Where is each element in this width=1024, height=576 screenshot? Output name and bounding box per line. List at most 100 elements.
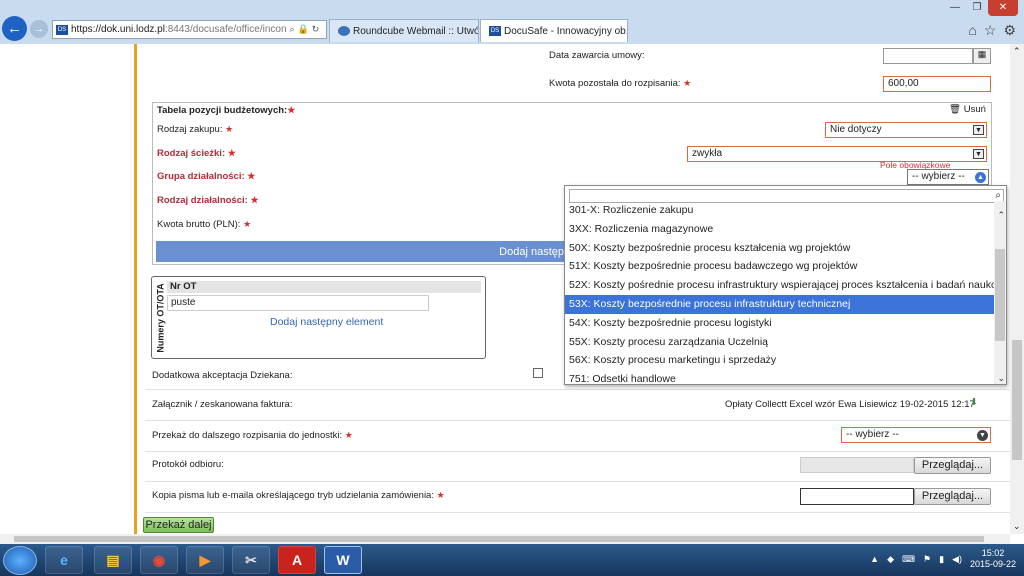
akceptacja-checkbox[interactable]: [533, 368, 543, 378]
search-icon: ⌕: [995, 190, 1001, 201]
acrobat-icon[interactable]: A: [278, 546, 316, 574]
toolbar-icons: ⌂ ☆ ⚙: [968, 22, 1016, 39]
grupa-dropdown-list[interactable]: ⌕ 301-X: Rozliczenie zakupu 3XX: Rozlicz…: [564, 185, 1007, 385]
dropdown-option[interactable]: 3XX: Rozliczenia magazynowe: [565, 220, 995, 239]
grupa-dzialalnosci-select[interactable]: -- wybierz -- ▲: [907, 169, 989, 185]
url-text: https://dok.uni.lodz.pl:8443/docusafe/of…: [71, 24, 287, 35]
close-window-button[interactable]: ✕: [988, 0, 1018, 16]
forward-button-icon[interactable]: →: [30, 20, 48, 38]
attachment-icon[interactable]: ⬇: [970, 397, 978, 408]
tab-docusafe[interactable]: DS DocuSafe - Innowacyjny ob... ✕: [480, 19, 628, 42]
back-button-icon[interactable]: ←: [2, 16, 27, 41]
horizontal-scroll-thumb[interactable]: [14, 536, 984, 542]
zalacznik-label: Załącznik / zeskanowana faktura:: [152, 399, 293, 410]
tray-arrow-icon[interactable]: ▲: [870, 554, 879, 564]
start-button-icon[interactable]: [3, 546, 37, 575]
refresh-icon[interactable]: ↻: [312, 24, 320, 35]
favorites-star-icon[interactable]: ☆: [984, 22, 997, 39]
maximize-button[interactable]: ❐: [966, 0, 988, 16]
file-explorer-icon[interactable]: ▤: [94, 546, 132, 574]
zalacznik-file-link[interactable]: Opłaty Collectt Excel wzór Ewa Lisiewicz…: [725, 399, 975, 410]
dropdown-option[interactable]: 301-X: Rozliczenie zakupu: [565, 201, 995, 220]
budget-table-title: Tabela pozycji budżetowych:★: [157, 105, 296, 116]
dropdown-option[interactable]: 751: Odsetki handlowe: [565, 370, 995, 384]
divider: [145, 451, 1010, 452]
dropdown-option[interactable]: 55X: Koszty procesu zarządzania Uczelnią: [565, 333, 995, 352]
chevron-down-icon: ▼: [973, 125, 984, 135]
przekaz-label: Przekaż do dalszego rozpisania do jednos…: [152, 430, 353, 441]
trash-icon: 🗑: [949, 104, 962, 115]
page-vertical-scrollbar[interactable]: ⌃ ⌄: [1010, 44, 1024, 534]
kwota-pozostala-label: Kwota pozostała do rozpisania: ★: [549, 78, 692, 89]
dropdown-scrollbar[interactable]: ⌃ ⌄: [994, 201, 1006, 384]
settings-gear-icon[interactable]: ⚙: [1003, 22, 1016, 39]
ot-add-element-link[interactable]: Dodaj następny element: [270, 316, 383, 328]
protokol-file-input[interactable]: [800, 457, 914, 473]
page-scroll-thumb[interactable]: [1012, 340, 1022, 460]
internet-explorer-icon[interactable]: e: [45, 546, 83, 574]
search-icon[interactable]: ⌕: [290, 24, 295, 35]
przekaz-dalej-button[interactable]: Przekaż dalej: [143, 517, 214, 533]
site-favicon-icon: DS: [56, 24, 68, 35]
snipping-tool-icon[interactable]: ✂: [232, 546, 270, 574]
chevron-up-icon: ▲: [975, 172, 986, 183]
left-accent-bar: [134, 44, 137, 534]
kwota-brutto-label: Kwota brutto (PLN): ★: [157, 219, 252, 230]
chrome-icon[interactable]: ◉: [140, 546, 178, 574]
dropdown-option[interactable]: 53X: Koszty bezpośrednie procesu infrast…: [565, 294, 995, 314]
grupa-dzialalnosci-label: Grupa działalności: ★: [157, 171, 256, 182]
ot-side-label: Numery OT/OTA: [156, 282, 166, 353]
system-tray: ▲ ◆ ⌨ ⚑ ▮ ◀) 15:02 2015-09-22: [870, 548, 1016, 570]
kopia-file-input[interactable]: [800, 488, 914, 505]
calendar-icon[interactable]: ▦: [973, 48, 991, 64]
tab-roundcube[interactable]: Roundcube Webmail :: Utwór...: [329, 19, 479, 42]
tray-app-icon[interactable]: ◆: [887, 554, 894, 565]
scroll-up-icon[interactable]: ⌃: [1013, 46, 1021, 57]
dropdown-option[interactable]: 54X: Koszty bezpośrednie procesu logisty…: [565, 314, 995, 333]
page-horizontal-scrollbar[interactable]: [0, 534, 1010, 544]
divider: [145, 420, 1010, 421]
kopia-browse-button[interactable]: Przeglądaj...: [914, 488, 991, 505]
chevron-down-icon: ▼: [977, 430, 988, 441]
home-icon[interactable]: ⌂: [968, 22, 976, 39]
usun-button[interactable]: 🗑 Usuń: [949, 104, 986, 115]
data-zawarcia-label: Data zawarcia umowy:: [549, 50, 645, 61]
rodzaj-zakupu-label: Rodzaj zakupu: ★: [157, 124, 234, 135]
keyboard-icon[interactable]: ⌨: [902, 554, 915, 565]
dropdown-option[interactable]: 51X: Koszty bezpośrednie procesu badawcz…: [565, 257, 995, 276]
lock-icon[interactable]: 🔒: [298, 24, 309, 35]
address-bar[interactable]: DS https://dok.uni.lodz.pl:8443/docusafe…: [52, 20, 327, 39]
clock[interactable]: 15:02 2015-09-22: [970, 548, 1016, 570]
ot-value-input[interactable]: puste: [167, 295, 429, 311]
flag-icon[interactable]: ⚑: [923, 554, 931, 565]
roundcube-favicon-icon: [338, 26, 350, 36]
browser-chrome: ← → DS https://dok.uni.lodz.pl:8443/docu…: [0, 0, 1024, 44]
media-player-icon[interactable]: ▶: [186, 546, 224, 574]
dodaj-nastepny-button[interactable]: Dodaj następ: [156, 241, 566, 262]
dropdown-option[interactable]: 56X: Koszty procesu marketingu i sprzeda…: [565, 351, 995, 370]
akceptacja-label: Dodatkowa akceptacja Dziekana:: [152, 370, 293, 381]
protokol-label: Protokół odbioru:: [152, 459, 224, 470]
rodzaj-dzialalnosci-label: Rodzaj działalności: ★: [157, 195, 259, 206]
scroll-down-icon[interactable]: ⌄: [1013, 521, 1021, 532]
dropdown-option[interactable]: 52X: Koszty pośrednie procesu infrastruk…: [565, 276, 995, 295]
data-zawarcia-input[interactable]: [883, 48, 973, 64]
dropdown-options: 301-X: Rozliczenie zakupu 3XX: Rozliczen…: [565, 201, 995, 384]
dropdown-scroll-thumb[interactable]: [995, 249, 1005, 341]
kopia-label: Kopia pisma lub e-maila określającego tr…: [152, 490, 445, 501]
volume-icon[interactable]: ◀): [952, 554, 962, 565]
divider: [145, 512, 1010, 513]
minimize-button[interactable]: —: [944, 0, 966, 16]
scroll-up-icon[interactable]: ⌃: [997, 210, 1005, 221]
protokol-browse-button[interactable]: Przeglądaj...: [914, 457, 991, 474]
word-icon[interactable]: W: [324, 546, 362, 574]
divider: [145, 389, 1010, 390]
scroll-down-icon[interactable]: ⌄: [997, 373, 1005, 384]
network-icon[interactable]: ▮: [939, 554, 944, 565]
kwota-pozostala-input[interactable]: 600,00: [883, 76, 991, 92]
przekaz-select[interactable]: -- wybierz -- ▼: [841, 427, 991, 443]
dropdown-option[interactable]: 50X: Koszty bezpośrednie procesu kształc…: [565, 239, 995, 258]
docusafe-favicon-icon: DS: [489, 26, 501, 36]
rodzaj-sciezki-label: Rodzaj ścieżki: ★: [157, 148, 236, 159]
rodzaj-zakupu-select[interactable]: Nie dotyczy ▼: [825, 122, 987, 138]
